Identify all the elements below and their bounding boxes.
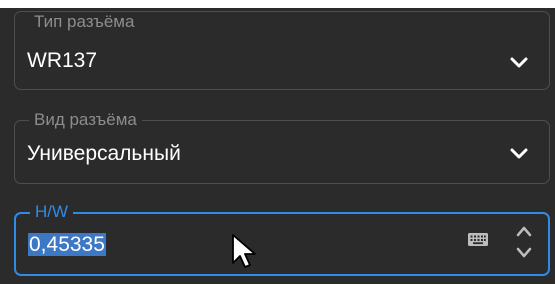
hw-ratio-selected-text: 0,45335	[28, 233, 106, 256]
connector-kind-value: Универсальный	[27, 142, 181, 165]
spin-up-down-icon[interactable]	[514, 223, 534, 261]
chevron-down-icon[interactable]	[509, 56, 529, 70]
settings-panel: Тип разъёма WR137 Вид разъёма Универсаль…	[0, 8, 555, 284]
connector-kind-label: Вид разъёма	[29, 110, 142, 130]
connector-type-value: WR137	[27, 49, 98, 72]
mouse-cursor-icon	[232, 234, 256, 268]
connector-kind-select[interactable]: Вид разъёма Универсальный	[14, 110, 550, 184]
chevron-down-icon[interactable]	[509, 147, 529, 161]
hw-ratio-label: H/W	[30, 202, 74, 222]
hw-ratio-value[interactable]: 0,45335	[28, 232, 106, 258]
connector-type-select[interactable]: Тип разъёма WR137	[14, 11, 550, 90]
hw-ratio-input[interactable]: H/W 0,45335	[14, 202, 550, 276]
connector-type-label: Тип разъёма	[29, 12, 140, 32]
keyboard-icon[interactable]	[468, 233, 488, 246]
